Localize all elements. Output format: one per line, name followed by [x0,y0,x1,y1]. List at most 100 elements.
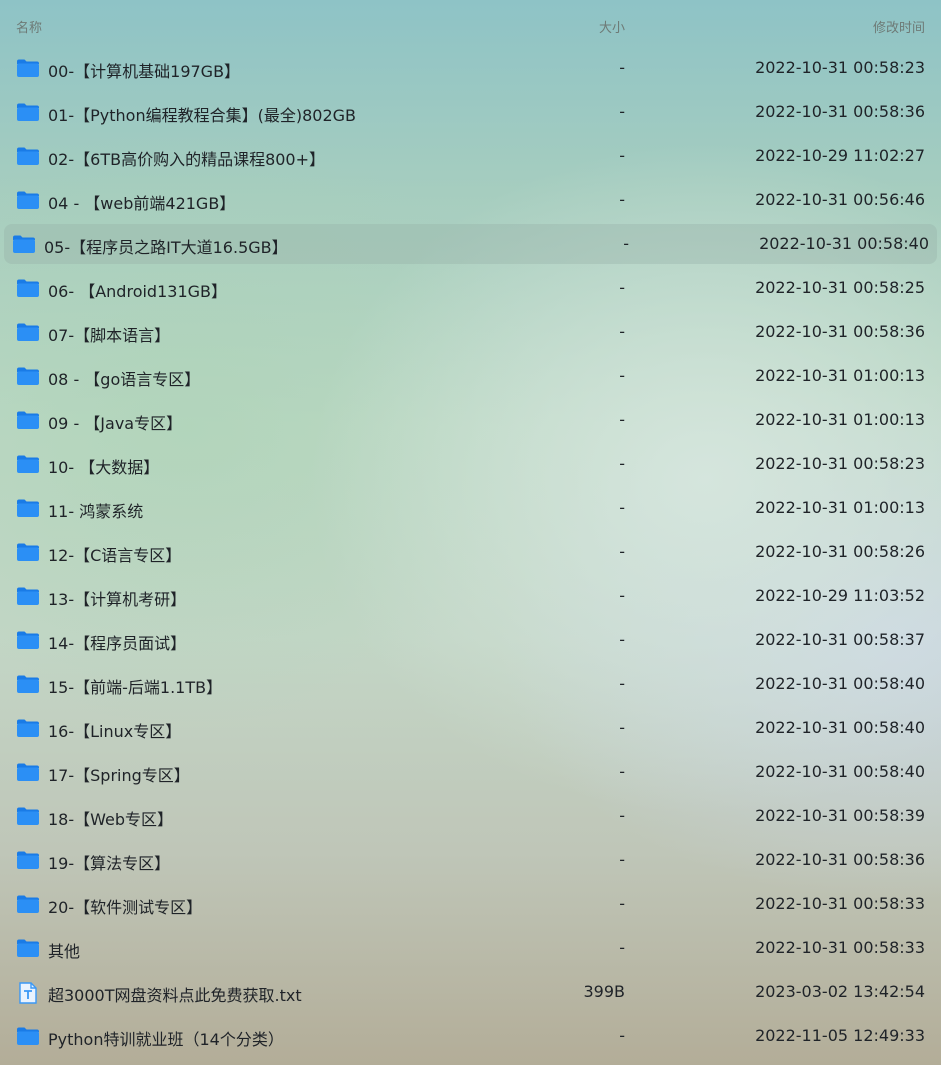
item-modified-time: 2022-10-31 01:00:13 [755,366,925,385]
folder-icon [16,322,40,342]
file-browser-window: 名称 大小 修改时间 00-【计算机基础197GB】 - 2022-10-31 00… [0,0,941,1065]
item-size: - [619,58,625,77]
folder-icon [16,718,40,738]
item-name[interactable]: 09 - 【Java专区】 [48,410,182,434]
item-size: - [619,146,625,165]
folder-row[interactable]: 07-【脚本语言】 - 2022-10-31 00:58:36 [0,310,941,354]
item-size: - [619,102,625,121]
item-name[interactable]: 13-【计算机考研】 [48,586,186,610]
item-name[interactable]: 05-【程序员之路IT大道16.5GB】 [44,234,288,258]
item-modified-time: 2022-11-05 12:49:33 [755,1026,925,1045]
item-size: - [619,806,625,825]
folder-row[interactable]: 12-【C语言专区】 - 2022-10-31 00:58:26 [0,530,941,574]
item-size: - [619,674,625,693]
item-name[interactable]: 15-【前端-后端1.1TB】 [48,674,222,698]
folder-row[interactable]: 20-【软件测试专区】 - 2022-10-31 00:58:33 [0,882,941,926]
folder-row[interactable]: 17-【Spring专区】 - 2022-10-31 00:58:40 [0,750,941,794]
folder-icon [16,894,40,914]
item-name[interactable]: 02-【6TB高价购入的精品课程800+】 [48,146,325,170]
folder-icon [16,146,40,166]
folder-icon [16,586,40,606]
item-size: - [619,630,625,649]
item-name[interactable]: 17-【Spring专区】 [48,762,190,786]
item-modified-time: 2022-10-31 00:58:37 [755,630,925,649]
folder-row[interactable]: 02-【6TB高价购入的精品课程800+】 - 2022-10-29 11:02:2… [0,134,941,178]
item-modified-time: 2022-10-31 00:58:40 [755,762,925,781]
folder-row[interactable]: 08 - 【go语言专区】 - 2022-10-31 01:00:13 [0,354,941,398]
folder-icon [16,762,40,782]
item-size: - [619,542,625,561]
item-name[interactable]: 01-【Python编程教程合集】(最全)802GB [48,102,356,126]
folder-icon [16,410,40,430]
item-modified-time: 2022-10-29 11:03:52 [755,586,925,605]
folder-row[interactable]: 13-【计算机考研】 - 2022-10-29 11:03:52 [0,574,941,618]
column-header: 名称 大小 修改时间 [0,0,941,50]
folder-icon [16,190,40,210]
folder-row[interactable]: 其他 - 2022-10-31 00:58:33 [0,926,941,970]
item-name[interactable]: 18-【Web专区】 [48,806,173,830]
item-size: - [619,762,625,781]
item-modified-time: 2022-10-31 01:00:13 [755,410,925,429]
item-modified-time: 2022-10-31 00:58:40 [759,234,929,253]
item-name[interactable]: 16-【Linux专区】 [48,718,181,742]
item-name[interactable]: 11- 鸿蒙系统 [48,498,143,522]
folder-icon [16,1026,40,1046]
folder-icon [16,366,40,386]
item-modified-time: 2022-10-31 00:58:40 [755,718,925,737]
folder-icon [16,498,40,518]
item-name[interactable]: 19-【算法专区】 [48,850,170,874]
item-name[interactable]: 00-【计算机基础197GB】 [48,58,240,82]
item-size: - [619,586,625,605]
item-size: - [619,894,625,913]
folder-row[interactable]: 09 - 【Java专区】 - 2022-10-31 01:00:13 [0,398,941,442]
column-header-modified[interactable]: 修改时间 [873,17,925,36]
folder-row[interactable]: Python特训就业班（14个分类） - 2022-11-05 12:49:33 [0,1014,941,1058]
item-size: - [619,190,625,209]
item-name[interactable]: 10- 【大数据】 [48,454,159,478]
item-name[interactable]: 超3000T网盘资料点此免费获取.txt [48,982,302,1006]
item-modified-time: 2022-10-31 00:58:33 [755,894,925,913]
file-row[interactable]: 超3000T网盘资料点此免费获取.txt 399B 2023-03-02 13:42… [0,970,941,1014]
folder-row[interactable]: 11- 鸿蒙系统 - 2022-10-31 01:00:13 [0,486,941,530]
item-name[interactable]: 14-【程序员面试】 [48,630,186,654]
item-name[interactable]: 其他 [48,938,80,962]
item-modified-time: 2022-10-31 00:58:23 [755,454,925,473]
folder-row[interactable]: 19-【算法专区】 - 2022-10-31 00:58:36 [0,838,941,882]
item-size: - [619,850,625,869]
item-modified-time: 2022-10-31 00:58:36 [755,102,925,121]
item-size: - [619,454,625,473]
item-name[interactable]: 06- 【Android131GB】 [48,278,227,302]
folder-row[interactable]: 06- 【Android131GB】 - 2022-10-31 00:58:25 [0,266,941,310]
folder-row[interactable]: 01-【Python编程教程合集】(最全)802GB - 2022-10-31 00… [0,90,941,134]
folder-icon [12,234,36,254]
item-size: 399B [583,982,625,1001]
item-size: - [619,718,625,737]
item-name[interactable]: 20-【软件测试专区】 [48,894,202,918]
folder-row[interactable]: 04 - 【web前端421GB】 - 2022-10-31 00:56:46 [0,178,941,222]
item-name[interactable]: 12-【C语言专区】 [48,542,181,566]
item-modified-time: 2023-03-02 13:42:54 [755,982,925,1001]
item-modified-time: 2022-10-31 00:58:39 [755,806,925,825]
item-name[interactable]: 04 - 【web前端421GB】 [48,190,235,214]
folder-row[interactable]: 15-【前端-后端1.1TB】 - 2022-10-31 00:58:40 [0,662,941,706]
folder-icon [16,674,40,694]
item-modified-time: 2022-10-31 00:58:33 [755,938,925,957]
folder-row[interactable]: 05-【程序员之路IT大道16.5GB】 - 2022-10-31 00:58:40 [0,222,941,266]
folder-icon [16,806,40,826]
item-name[interactable]: 07-【脚本语言】 [48,322,170,346]
item-name[interactable]: 08 - 【go语言专区】 [48,366,200,390]
folder-icon [16,542,40,562]
folder-icon [16,938,40,958]
item-modified-time: 2022-10-31 00:58:25 [755,278,925,297]
folder-row[interactable]: 14-【程序员面试】 - 2022-10-31 00:58:37 [0,618,941,662]
column-header-size[interactable]: 大小 [599,17,625,36]
folder-row[interactable]: 10- 【大数据】 - 2022-10-31 00:58:23 [0,442,941,486]
item-name[interactable]: Python特训就业班（14个分类） [48,1026,284,1050]
item-size: - [619,322,625,341]
folder-row[interactable]: 00-【计算机基础197GB】 - 2022-10-31 00:58:23 [0,46,941,90]
item-size: - [623,234,629,253]
folder-row[interactable]: 16-【Linux专区】 - 2022-10-31 00:58:40 [0,706,941,750]
folder-row[interactable]: 18-【Web专区】 - 2022-10-31 00:58:39 [0,794,941,838]
column-header-name[interactable]: 名称 [16,17,42,36]
item-modified-time: 2022-10-31 00:58:26 [755,542,925,561]
